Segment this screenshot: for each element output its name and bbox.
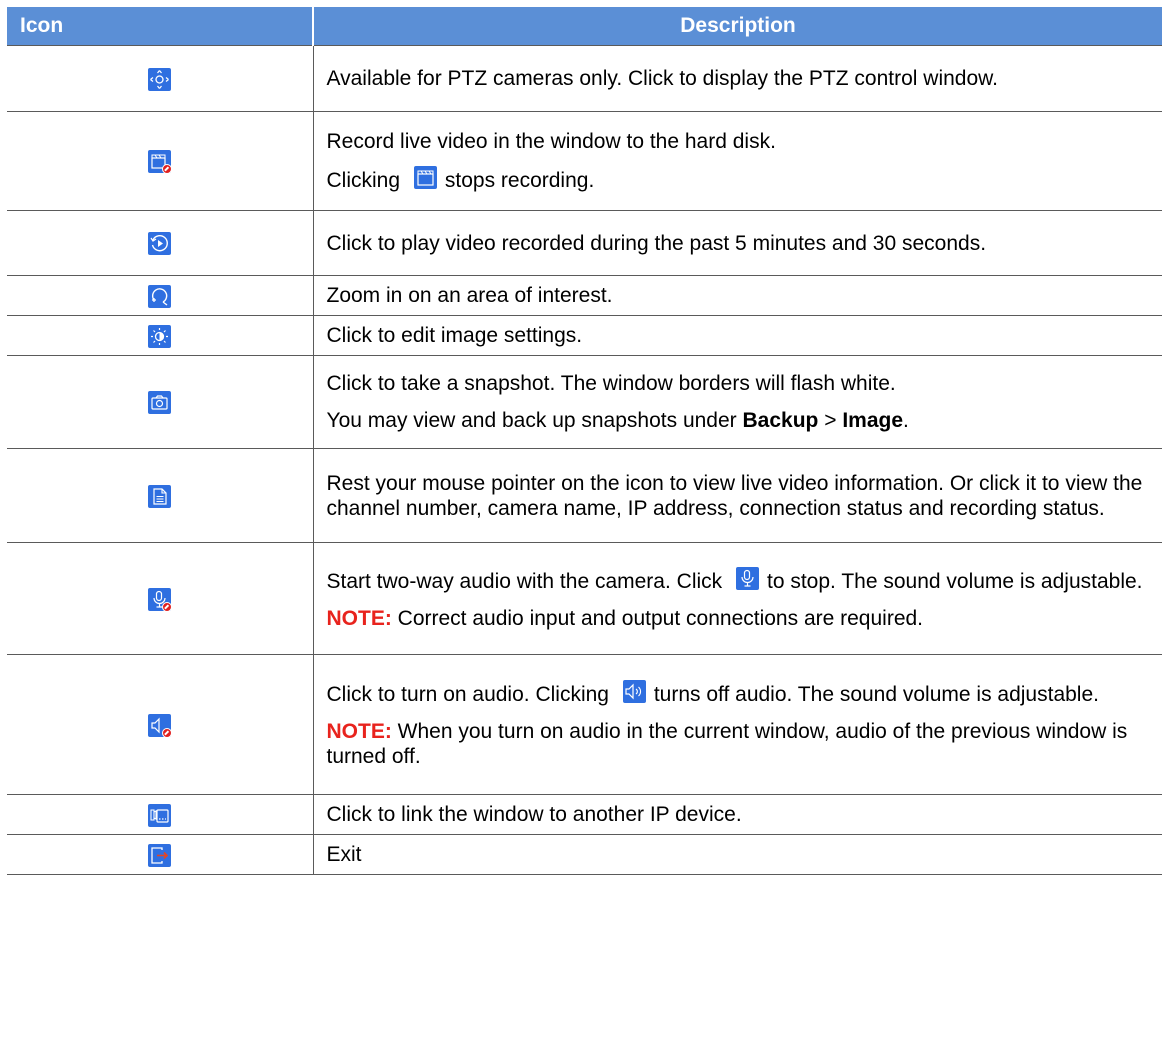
snapshot-icon xyxy=(148,391,172,415)
icon-description-table: Icon Description Available for PTZ camer… xyxy=(7,7,1162,875)
row-text: You may view and back up snapshots under xyxy=(326,409,737,432)
record-icon xyxy=(413,166,437,189)
menu-path-backup: Backup xyxy=(742,409,819,432)
table-row: Click to link the window to another IP d… xyxy=(7,794,1162,835)
row-text: Click to link the window to another IP d… xyxy=(326,803,742,826)
row-text: stops recording. xyxy=(444,169,595,192)
row-text: Click to take a snapshot. The window bor… xyxy=(326,372,896,395)
table-row: Record live video in the window to the h… xyxy=(7,111,1162,211)
zoom-in-icon xyxy=(148,284,172,308)
row-text: Click to turn on audio. Clicking xyxy=(326,683,609,706)
table-row: Exit xyxy=(7,834,1162,875)
link-ip-device-icon xyxy=(148,803,172,827)
table-row: Start two-way audio with the camera. Cli… xyxy=(7,542,1162,655)
row-text: Zoom in on an area of interest. xyxy=(326,284,613,307)
table-row: Click to edit image settings. xyxy=(7,315,1162,356)
header-icon: Icon xyxy=(7,7,314,46)
row-text: Rest your mouse pointer on the icon to v… xyxy=(326,471,1143,520)
header-description: Description xyxy=(313,7,1162,46)
row-text: turns off audio. The sound volume is adj… xyxy=(653,683,1099,706)
table-header-row: Icon Description xyxy=(7,7,1162,46)
note-label: NOTE: xyxy=(326,606,392,630)
record-stopped-icon xyxy=(148,150,173,175)
row-text: Click to play video recorded during the … xyxy=(326,231,987,255)
table-row: Click to play video recorded during the … xyxy=(7,210,1162,276)
table-row: Click to turn on audio. Clicking turns o… xyxy=(7,654,1162,795)
exit-icon xyxy=(148,843,172,867)
row-text: Exit xyxy=(326,843,362,866)
note-text: Correct audio input and output connectio… xyxy=(397,606,924,630)
two-way-audio-off-icon xyxy=(148,587,173,612)
table-row: Zoom in on an area of interest. xyxy=(7,275,1162,316)
row-text: Click to edit image settings. xyxy=(326,324,583,347)
row-text: Start two-way audio with the camera. Cli… xyxy=(326,569,723,593)
note-label: NOTE: xyxy=(326,720,392,743)
speaker-icon xyxy=(622,680,646,703)
row-text: Clicking xyxy=(326,169,401,192)
instant-playback-icon xyxy=(148,232,172,256)
row-text: Record live video in the window to the h… xyxy=(326,130,776,153)
row-text: to stop. The sound volume is adjustable. xyxy=(767,569,1143,593)
audio-off-icon xyxy=(148,713,173,738)
image-settings-icon xyxy=(148,324,172,348)
ptz-icon xyxy=(148,67,172,91)
table-row: Available for PTZ cameras only. Click to… xyxy=(7,45,1162,112)
microphone-icon xyxy=(736,566,759,590)
info-icon xyxy=(148,484,172,508)
note-text: When you turn on audio in the current wi… xyxy=(326,720,1128,768)
table-row: Rest your mouse pointer on the icon to v… xyxy=(7,448,1162,543)
table-row: Click to take a snapshot. The window bor… xyxy=(7,355,1162,449)
row-text: Available for PTZ cameras only. Click to… xyxy=(326,67,999,90)
menu-path-image: Image xyxy=(842,409,904,432)
